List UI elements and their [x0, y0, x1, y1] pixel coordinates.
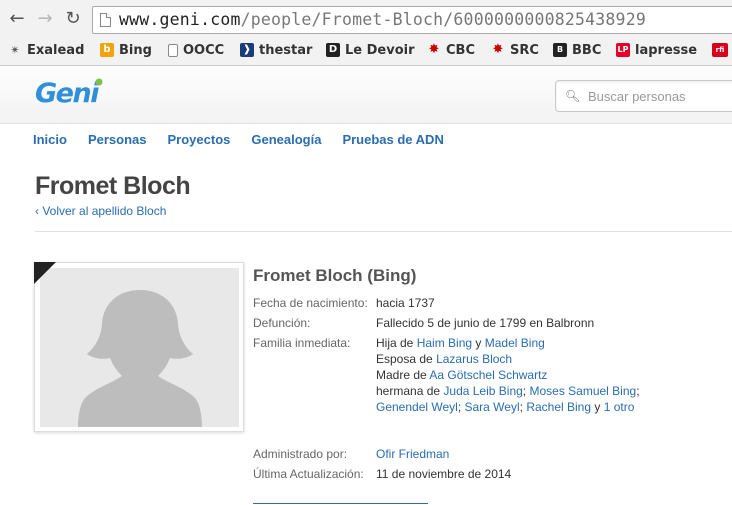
bookmarks-bar: ✴ Exalead b Bing OOCC ❱ thestar D Le Devoir …: [0, 40, 732, 60]
nav-proyectos[interactable]: Proyectos: [168, 132, 231, 150]
lapresse-icon: LP: [616, 43, 630, 57]
female-silhouette-icon: [78, 290, 202, 427]
bookmark-ledevoir[interactable]: D Le Devoir: [326, 41, 415, 59]
managed-label: Administrado por:: [253, 447, 348, 461]
birth-label: Fecha de nacimiento:: [253, 296, 368, 310]
updated-label: Última Actualización:: [253, 467, 364, 481]
svg-text:Geni: Geni: [35, 78, 100, 107]
nav-inicio[interactable]: Inicio: [33, 132, 67, 150]
thestar-icon: ❱: [240, 43, 254, 57]
child-link[interactable]: Aa Götschel Schwartz: [429, 368, 547, 382]
page-icon: [168, 43, 178, 57]
nav-personas[interactable]: Personas: [88, 132, 147, 150]
site-header: Geni 🔍︎: [0, 67, 732, 124]
family-label: Familia inmediata:: [253, 336, 351, 350]
search-box[interactable]: 🔍︎: [555, 80, 732, 112]
page-icon: [100, 13, 111, 27]
bbc-icon: B: [553, 43, 567, 57]
tab-underline: [253, 503, 428, 504]
bookmark-cbc[interactable]: ✸ CBC: [427, 41, 475, 59]
bookmark-bbc[interactable]: B BBC: [553, 41, 601, 59]
ledevoir-icon: D: [326, 43, 340, 57]
updated-value: 11 de noviembre de 2014: [376, 467, 512, 481]
src-icon: ✸: [492, 42, 504, 57]
family-spouse: Esposa de Lazarus Bloch: [376, 352, 513, 366]
address-bar[interactable]: www.geni.com/people/Fromet-Bloch/6000000…: [92, 6, 732, 34]
exalead-icon: ✴: [9, 43, 21, 57]
family-parents: Hija de Haim Bing y Madel Bing: [376, 336, 545, 350]
divider: [35, 231, 732, 232]
sibling-link[interactable]: Moses Samuel Bing: [529, 384, 636, 398]
bookmark-exalead[interactable]: ✴ Exalead: [8, 41, 84, 59]
nav-pruebas-adn[interactable]: Pruebas de ADN: [342, 132, 443, 150]
husband-link[interactable]: Lazarus Bloch: [436, 352, 512, 366]
back-arrow-icon[interactable]: ←: [6, 8, 28, 30]
bookmark-thestar[interactable]: ❱ thestar: [240, 41, 312, 59]
rfi-icon: rfi: [712, 43, 728, 57]
sibling-link[interactable]: Juda Leib Bing: [443, 384, 522, 398]
geni-logo[interactable]: Geni: [35, 77, 107, 114]
search-input[interactable]: [588, 88, 732, 104]
bookmark-oocc[interactable]: OOCC: [168, 41, 224, 59]
forward-arrow-icon[interactable]: →: [34, 8, 56, 30]
profile-photo[interactable]: [34, 262, 244, 432]
page-title: Fromet Bloch: [35, 172, 191, 200]
browser-chrome: ← → ↻ www.geni.com/people/Fromet-Bloch/6…: [0, 0, 732, 66]
bing-icon: b: [100, 43, 114, 57]
bookmark-rfi[interactable]: rfi: [712, 41, 732, 59]
profile-name: Fromet Bloch (Bing): [253, 266, 417, 285]
father-link[interactable]: Haim Bing: [417, 336, 472, 350]
url-text[interactable]: www.geni.com/people/Fromet-Bloch/6000000…: [119, 10, 646, 29]
more-relatives-link[interactable]: 1 otro: [604, 400, 635, 414]
sibling-link[interactable]: Genendel Weyl: [376, 400, 458, 414]
cbc-icon: ✸: [428, 42, 440, 57]
back-to-surname-link[interactable]: ‹ Volver al apellido Bloch: [35, 204, 166, 218]
bookmark-lapresse[interactable]: LP lapresse: [616, 41, 697, 59]
main-nav: Inicio Personas Proyectos Genealogía Pru…: [33, 132, 465, 150]
manager-link[interactable]: Ofir Friedman: [376, 447, 449, 461]
family-siblings-2: Genendel Weyl; Sara Weyl; Rachel Bing y …: [376, 400, 635, 414]
nav-genealogia[interactable]: Genealogía: [251, 132, 321, 150]
family-siblings-1: hermana de Juda Leib Bing; Moses Samuel …: [376, 384, 640, 398]
family-children: Madre de Aa Götschel Schwartz: [376, 368, 548, 382]
search-icon: 🔍︎: [565, 89, 581, 103]
death-label: Defunción:: [253, 316, 311, 330]
mother-link[interactable]: Madel Bing: [485, 336, 545, 350]
death-value: Fallecido 5 de junio de 1799 en Balbronn: [376, 316, 595, 330]
sibling-link[interactable]: Rachel Bing: [526, 400, 591, 414]
managed-value: Ofir Friedman: [376, 447, 449, 461]
sibling-link[interactable]: Sara Weyl: [465, 400, 520, 414]
photo-placeholder: [40, 268, 239, 427]
geni-logo-icon: Geni: [35, 78, 103, 109]
reload-icon[interactable]: ↻: [62, 8, 84, 30]
bookmark-src[interactable]: ✸ SRC: [491, 41, 539, 59]
deceased-ribbon: [34, 262, 56, 284]
birth-value: hacia 1737: [376, 296, 435, 310]
bookmark-bing[interactable]: b Bing: [100, 41, 152, 59]
